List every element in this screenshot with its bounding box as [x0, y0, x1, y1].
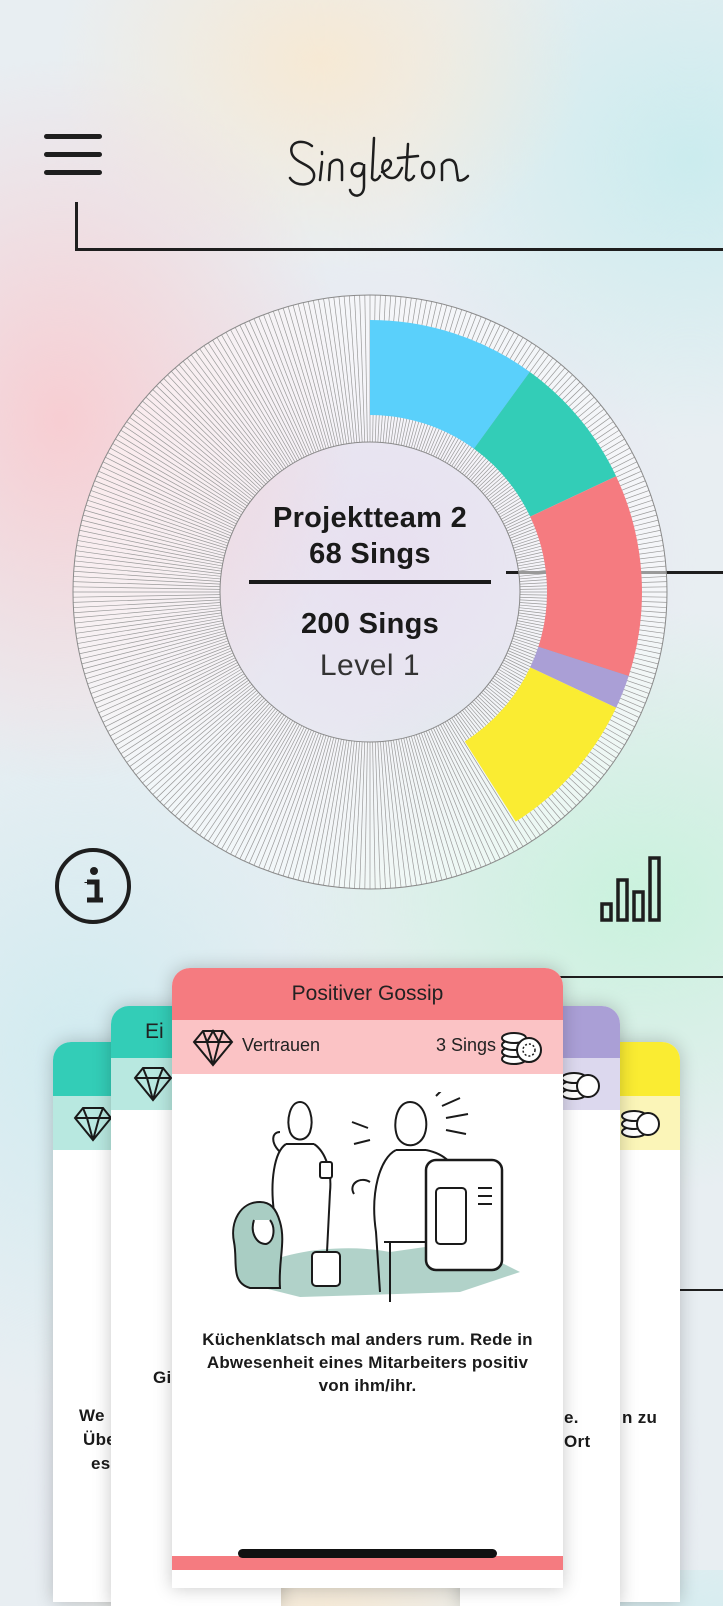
menu-button[interactable]: [44, 132, 104, 178]
card-text-line: es: [91, 1454, 111, 1473]
info-button[interactable]: [53, 846, 133, 926]
card-title: Positiver Gossip: [172, 968, 563, 1020]
card-description: Küchenklatsch mal anders rum. Rede in Ab…: [202, 1330, 533, 1395]
home-indicator[interactable]: [238, 1549, 497, 1558]
diamond-icon: [73, 1107, 113, 1142]
diamond-icon: [133, 1067, 173, 1102]
connector-line-header: [75, 248, 723, 251]
card-text-line: e.: [564, 1408, 579, 1427]
connector-line-vertical: [75, 202, 78, 251]
card-category: Vertrauen: [242, 1035, 321, 1055]
card-text-fragment: Gi: [153, 1368, 172, 1387]
current-sings: 68 Sings: [309, 538, 431, 570]
app-logo: [282, 128, 472, 200]
card-meta-bar: Vertrauen 3 Sings: [172, 1020, 563, 1074]
action-card-main[interactable]: Positiver Gossip Vertrauen 3 Sings Küche…: [172, 968, 563, 1588]
card-text-line: Ort: [564, 1432, 591, 1451]
level-label: Level 1: [319, 649, 421, 682]
coins-icon: [501, 1032, 542, 1065]
total-sings: 200 Sings: [300, 608, 440, 640]
coins-icon: [561, 1072, 600, 1100]
info-icon: [55, 848, 131, 924]
stats-button[interactable]: [596, 854, 668, 924]
card-text-line: We: [79, 1406, 105, 1425]
diamond-icon: [192, 1028, 234, 1067]
divider: [249, 580, 491, 584]
card-title-fragment: Ei: [145, 1020, 164, 1043]
card-text-fragment: n zu: [622, 1408, 658, 1427]
card-bottom-strip: [172, 1556, 563, 1570]
team-name: Projektteam 2: [272, 502, 468, 534]
progress-summary: Projektteam 2 68 Sings 200 Sings Level 1: [222, 500, 518, 686]
card-cost: 3 Sings: [436, 1035, 497, 1055]
office-chat-illustration: [232, 1092, 520, 1302]
coins-icon: [621, 1110, 660, 1138]
bar-chart-icon: [600, 856, 661, 922]
